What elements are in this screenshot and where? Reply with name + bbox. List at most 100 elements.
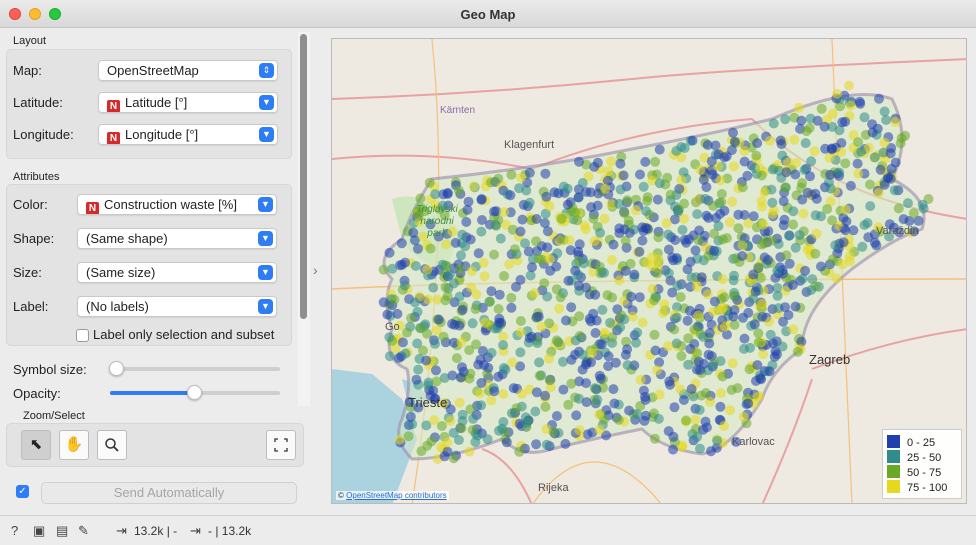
map-data-point[interactable] [629,269,640,280]
map-data-point[interactable] [709,296,720,307]
map-data-point[interactable] [531,236,542,247]
map-data-point[interactable] [871,240,882,251]
map-data-point[interactable] [577,349,588,360]
map-data-point[interactable] [416,446,427,457]
map-data-point[interactable] [725,217,735,228]
map-data-point[interactable] [809,146,820,157]
map-data-point[interactable] [675,384,686,395]
map-data-point[interactable] [412,306,423,317]
map-data-point[interactable] [805,113,816,124]
map-data-point[interactable] [489,386,500,397]
map-data-point[interactable] [456,250,466,261]
map-data-point[interactable] [447,318,458,329]
map-data-point[interactable] [801,126,812,137]
map-data-point[interactable] [879,179,890,190]
map-data-point[interactable] [683,333,694,344]
map-data-point[interactable] [410,297,420,308]
map-data-point[interactable] [498,389,509,399]
map-data-point[interactable] [596,339,607,350]
map-data-point[interactable] [493,371,504,382]
map-data-point[interactable] [869,152,880,163]
map-data-point[interactable] [671,312,682,323]
map-data-point[interactable] [665,189,676,200]
map-data-point[interactable] [885,148,896,159]
map-data-point[interactable] [425,243,436,254]
map-data-point[interactable] [570,265,581,276]
map-data-point[interactable] [727,196,738,207]
map-data-point[interactable] [574,156,584,167]
map-data-point[interactable] [638,181,649,192]
map-data-point[interactable] [440,295,451,306]
map-data-point[interactable] [742,170,753,181]
map-data-point[interactable] [719,421,729,431]
map-data-point[interactable] [517,214,528,225]
map-data-point[interactable] [393,353,404,363]
map-data-point[interactable] [879,137,890,148]
map-data-point[interactable] [758,349,768,360]
map-data-point[interactable] [707,169,718,180]
map-data-point[interactable] [739,333,750,344]
map-data-point[interactable] [752,360,763,371]
map-data-point[interactable] [721,233,732,244]
map-data-point[interactable] [669,324,680,335]
map-canvas[interactable] [332,39,967,504]
symbol-size-slider-knob[interactable] [109,361,124,376]
map-data-point[interactable] [590,328,601,338]
map-data-point[interactable] [448,453,459,464]
map-data-point[interactable] [692,209,703,220]
map-data-point[interactable] [827,108,838,119]
map-data-point[interactable] [856,146,867,157]
map-data-point[interactable] [563,399,574,410]
map-data-point[interactable] [603,351,614,362]
map-data-point[interactable] [810,210,821,221]
map-data-point[interactable] [865,179,875,190]
opacity-slider-knob[interactable] [187,385,202,400]
map-data-point[interactable] [810,188,821,199]
map-data-point[interactable] [479,360,489,371]
collapse-panel-chevron-icon[interactable]: › [313,262,318,278]
map-data-point[interactable] [800,265,811,276]
map-data-point[interactable] [767,197,778,208]
map-data-point[interactable] [451,353,462,364]
map-data-point[interactable] [653,232,664,243]
map-data-point[interactable] [438,331,449,342]
map-data-point[interactable] [859,112,870,123]
map-data-point[interactable] [796,115,807,126]
map-data-point[interactable] [472,430,483,441]
map-data-point[interactable] [429,415,440,426]
map-data-point[interactable] [540,168,551,179]
map-data-point[interactable] [642,192,653,203]
map-data-point[interactable] [767,164,778,175]
pan-tool-button[interactable]: ✋ [59,430,89,460]
map-data-point[interactable] [499,271,509,281]
map-data-point[interactable] [378,264,389,275]
map-data-point[interactable] [574,280,584,291]
map-data-point[interactable] [831,273,842,284]
map-data-point[interactable] [653,413,664,424]
map-data-point[interactable] [632,327,643,338]
map-data-point[interactable] [788,206,799,217]
map-data-point[interactable] [772,265,783,276]
map-data-point[interactable] [589,236,600,247]
map-data-point[interactable] [565,245,576,256]
map-data-point[interactable] [456,337,467,348]
map-data-point[interactable] [590,289,601,300]
map-data-point[interactable] [608,239,619,250]
map-data-point[interactable] [556,213,567,224]
map-data-point[interactable] [827,254,838,265]
map-data-point[interactable] [529,288,540,299]
map-data-point[interactable] [599,327,610,338]
map-data-point[interactable] [527,262,537,273]
map-data-point[interactable] [473,248,484,259]
longitude-combo[interactable]: N Longitude [°] ▼ [98,124,278,145]
map-data-point[interactable] [574,393,584,404]
map-data-point[interactable] [544,375,555,386]
map-data-point[interactable] [779,214,790,225]
map-data-point[interactable] [848,225,859,236]
map-data-point[interactable] [448,427,459,438]
map-data-point[interactable] [728,290,739,301]
map-data-point[interactable] [462,204,473,215]
map-data-point[interactable] [708,359,719,370]
map-view[interactable]: Kärnten Klagenfurt Triglavski narodni pa… [331,38,967,504]
map-data-point[interactable] [759,187,770,198]
